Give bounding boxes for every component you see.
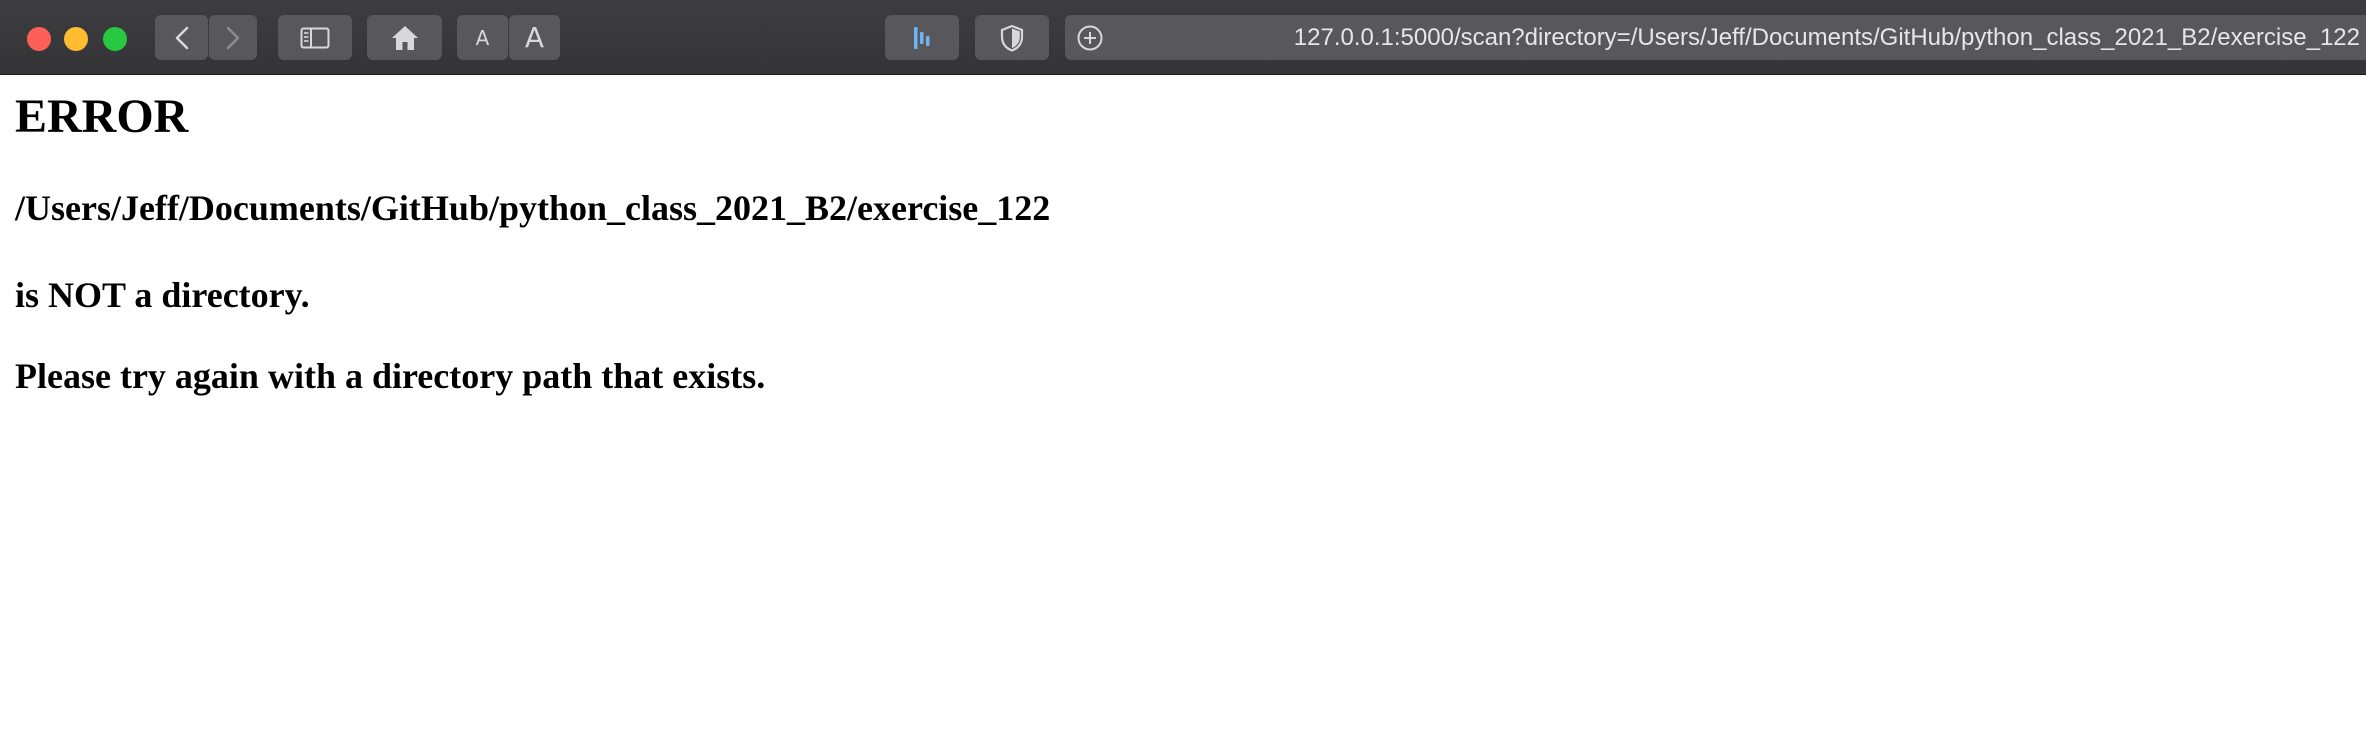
close-window-button[interactable] bbox=[27, 27, 51, 51]
forward-button[interactable] bbox=[209, 15, 257, 60]
zoom-window-button[interactable] bbox=[103, 27, 127, 51]
extension-button[interactable] bbox=[885, 15, 959, 60]
extension-bars-icon bbox=[914, 26, 930, 49]
font-small-label: A bbox=[475, 25, 490, 50]
retry-instruction: Please try again with a directory path t… bbox=[15, 356, 766, 396]
home-button[interactable] bbox=[367, 15, 442, 60]
sidebar-button[interactable] bbox=[278, 15, 352, 60]
privacy-report-button[interactable] bbox=[975, 15, 1049, 60]
decrease-font-button[interactable]: A bbox=[457, 15, 508, 60]
back-button[interactable] bbox=[155, 15, 208, 60]
browser-toolbar: A A 127.0.0.1:5000/scan?directory=/Users… bbox=[0, 0, 2366, 75]
add-tab-button[interactable] bbox=[1070, 15, 1110, 60]
address-url[interactable]: 127.0.0.1:5000/scan?directory=/Users/Jef… bbox=[1294, 15, 2360, 60]
sidebar-icon bbox=[300, 27, 330, 48]
plus-circle-icon bbox=[1077, 25, 1103, 50]
directory-path: /Users/Jeff/Documents/GitHub/python_clas… bbox=[15, 188, 1051, 228]
error-heading: ERROR bbox=[15, 90, 189, 143]
home-icon bbox=[391, 25, 418, 50]
increase-font-button[interactable]: A bbox=[509, 15, 560, 60]
error-message: is NOT a directory. bbox=[15, 275, 310, 315]
font-large-label: A bbox=[524, 21, 545, 54]
minimize-window-button[interactable] bbox=[64, 27, 88, 51]
chevron-right-icon bbox=[226, 26, 240, 49]
shield-icon bbox=[1000, 24, 1024, 52]
chevron-left-icon bbox=[175, 26, 188, 49]
